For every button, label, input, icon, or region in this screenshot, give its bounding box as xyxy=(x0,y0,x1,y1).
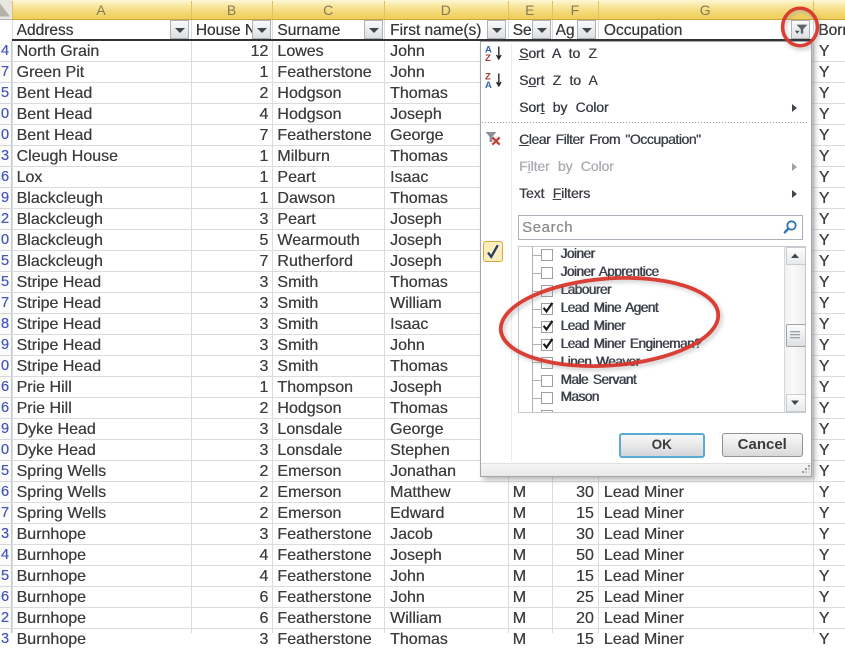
svg-text:Z: Z xyxy=(485,53,491,63)
svg-text:A: A xyxy=(485,80,492,90)
